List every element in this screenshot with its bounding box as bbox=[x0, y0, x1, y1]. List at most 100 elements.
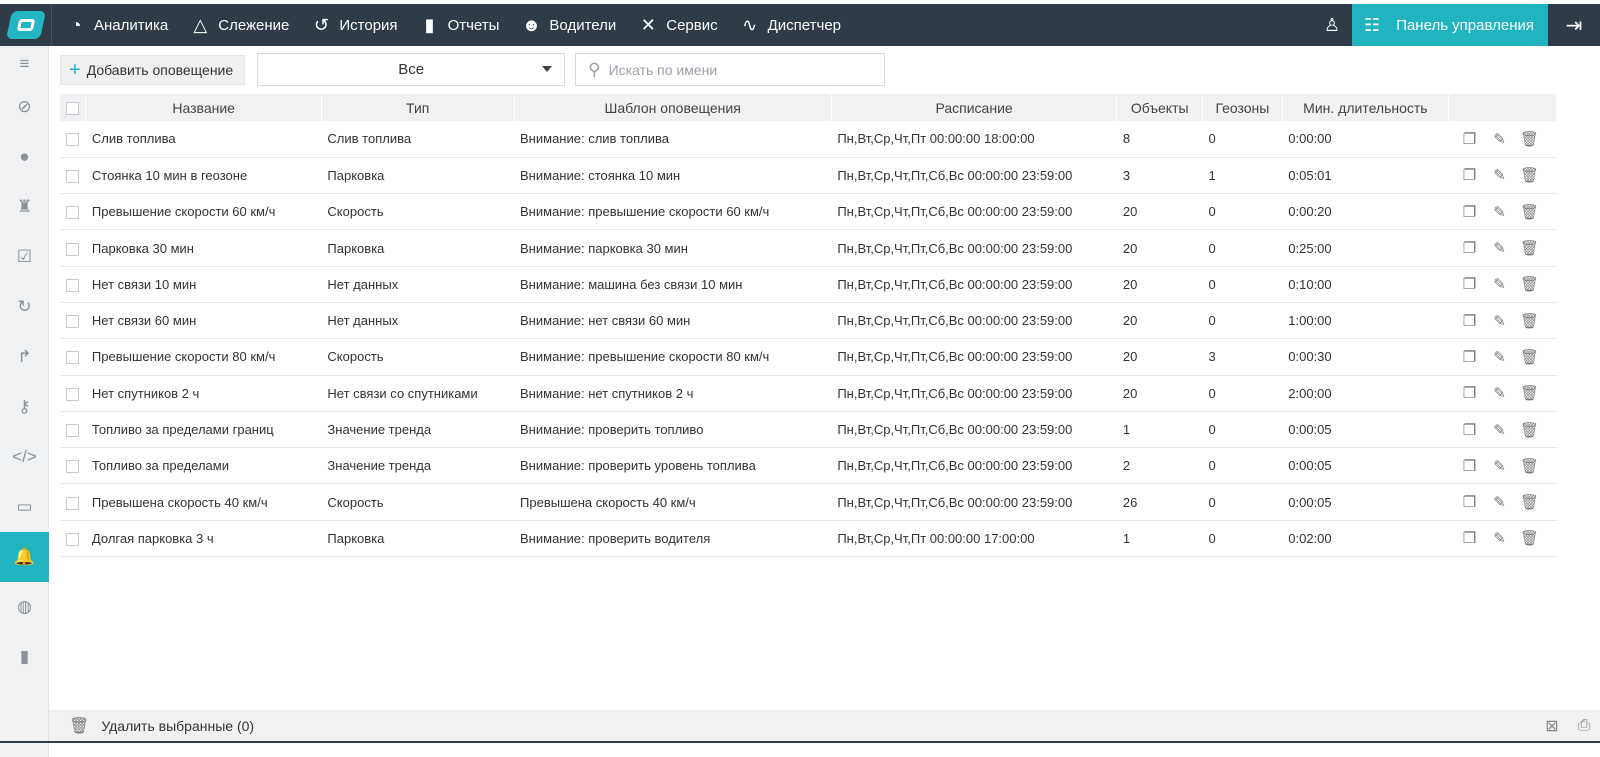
sidebar-globe-icon[interactable]: ◍ bbox=[0, 582, 49, 632]
select-all-checkbox[interactable] bbox=[66, 102, 79, 116]
table-row[interactable]: Нет связи 60 мин Нет данных Внимание: нет … bbox=[60, 302, 1557, 339]
copy-icon[interactable]: ❐ bbox=[1455, 312, 1485, 330]
sidebar-tasks-icon[interactable]: ☑ bbox=[0, 232, 49, 282]
table-row[interactable]: Топливо за пределами Значение тренда Внима… bbox=[60, 448, 1557, 484]
edit-icon[interactable]: ✎ bbox=[1485, 529, 1515, 547]
edit-icon[interactable]: ✎ bbox=[1485, 130, 1515, 148]
row-checkbox[interactable] bbox=[66, 496, 79, 510]
edit-icon[interactable]: ✎ bbox=[1485, 348, 1515, 366]
control-panel-button[interactable]: ☷ Панель управления bbox=[1352, 4, 1548, 46]
table-row[interactable]: Нет связи 10 мин Нет данных Внимание: маши… bbox=[60, 266, 1557, 303]
edit-icon[interactable]: ✎ bbox=[1485, 457, 1515, 475]
copy-icon[interactable]: ❐ bbox=[1455, 166, 1485, 184]
logout-icon[interactable]: ⇥ bbox=[1548, 4, 1600, 46]
delete-selected-label[interactable]: Удалить выбранные (0) bbox=[101, 718, 254, 734]
table-row[interactable]: Нет спутников 2 ч Нет связи со спутниками… bbox=[60, 375, 1557, 412]
header-objects[interactable]: Объекты bbox=[1116, 94, 1204, 121]
sidebar-notifications-icon[interactable]: 🔔 bbox=[0, 532, 49, 582]
row-checkbox[interactable] bbox=[66, 133, 79, 147]
copy-icon[interactable]: ❐ bbox=[1455, 493, 1485, 511]
sidebar-code-icon[interactable]: </> bbox=[0, 432, 49, 482]
header-schedule[interactable]: Расписание bbox=[831, 94, 1118, 121]
row-checkbox[interactable] bbox=[66, 242, 79, 256]
delete-icon[interactable]: 🗑 bbox=[1515, 384, 1545, 402]
delete-icon[interactable]: 🗑 bbox=[1515, 493, 1545, 511]
type-filter-select[interactable]: Все bbox=[257, 53, 566, 86]
delete-icon[interactable]: 🗑 bbox=[1515, 239, 1545, 257]
copy-icon[interactable]: ❐ bbox=[1455, 348, 1485, 366]
edit-icon[interactable]: ✎ bbox=[1485, 384, 1515, 402]
copy-icon[interactable]: ❐ bbox=[1455, 529, 1485, 547]
edit-icon[interactable]: ✎ bbox=[1485, 239, 1515, 257]
top-navigation-bar: ◔ Аналитика △ Слежение ↺ История ▮ Отчет… bbox=[0, 4, 1600, 46]
delete-icon[interactable]: 🗑 bbox=[1515, 203, 1545, 221]
header-type[interactable]: Тип bbox=[321, 94, 515, 121]
row-checkbox[interactable] bbox=[66, 278, 79, 292]
delete-selected-icon[interactable]: 🗑 bbox=[69, 716, 89, 736]
nav-tracking[interactable]: △ Слежение bbox=[190, 4, 289, 46]
table-row[interactable]: Парковка 30 мин Парковка Внимание: парковк… bbox=[60, 230, 1557, 267]
sidebar-sync-icon[interactable]: ↻ bbox=[0, 282, 49, 332]
header-name[interactable]: Название bbox=[85, 94, 322, 121]
delete-icon[interactable]: 🗑 bbox=[1515, 421, 1545, 439]
table-row[interactable]: Топливо за пределами границ Значение трен… bbox=[60, 411, 1557, 448]
header-geozones[interactable]: Геозоны bbox=[1202, 94, 1283, 121]
sidebar-users-icon[interactable]: ● bbox=[0, 132, 49, 182]
row-checkbox[interactable] bbox=[66, 169, 79, 183]
delete-icon[interactable]: 🗑 bbox=[1515, 457, 1545, 475]
delete-icon[interactable]: 🗑 bbox=[1515, 312, 1545, 330]
row-checkbox[interactable] bbox=[66, 206, 79, 220]
edit-icon[interactable]: ✎ bbox=[1485, 421, 1515, 439]
copy-icon[interactable]: ❐ bbox=[1455, 239, 1485, 257]
sidebar-geofence-icon[interactable]: ▭ bbox=[0, 482, 49, 532]
copy-icon[interactable]: ❐ bbox=[1455, 421, 1485, 439]
header-min-duration[interactable]: Мин. длительность bbox=[1282, 94, 1450, 121]
nav-drivers[interactable]: ☻ Водители bbox=[521, 4, 616, 46]
add-notification-button[interactable]: + Добавить оповещение bbox=[60, 54, 246, 85]
row-checkbox[interactable] bbox=[66, 315, 79, 329]
table-row[interactable]: Превышена скорость 40 км/ч Скорость Превыш… bbox=[60, 484, 1557, 521]
print-icon[interactable]: ⎙ bbox=[1568, 717, 1600, 735]
sidebar-stats-icon[interactable]: ▮ bbox=[0, 632, 49, 682]
copy-icon[interactable]: ❐ bbox=[1455, 203, 1485, 221]
copy-icon[interactable]: ❐ bbox=[1455, 384, 1485, 402]
app-logo[interactable] bbox=[0, 4, 52, 46]
copy-icon[interactable]: ❐ bbox=[1455, 457, 1485, 475]
row-checkbox[interactable] bbox=[66, 351, 79, 365]
sidebar-routes-icon[interactable]: ↱ bbox=[0, 332, 49, 382]
edit-icon[interactable]: ✎ bbox=[1485, 275, 1515, 293]
nav-reports[interactable]: ▮ Отчеты bbox=[420, 4, 500, 46]
nav-history[interactable]: ↺ История bbox=[311, 4, 398, 46]
edit-icon[interactable]: ✎ bbox=[1485, 203, 1515, 221]
row-checkbox[interactable] bbox=[66, 387, 79, 401]
table-row[interactable]: Стоянка 10 мин в геозоне Парковка Внимание… bbox=[60, 157, 1557, 194]
table-row[interactable]: Слив топлива Слив топлива Внимание: слив т… bbox=[60, 121, 1557, 158]
nav-analytics[interactable]: ◔ Аналитика bbox=[66, 4, 169, 46]
user-icon[interactable]: ♙ bbox=[1312, 4, 1352, 46]
table-row[interactable]: Превышение скорости 80 км/ч Скорость Внима… bbox=[60, 339, 1557, 376]
menu-toggle-icon[interactable]: ≡ bbox=[0, 46, 49, 82]
delete-icon[interactable]: 🗑 bbox=[1515, 166, 1545, 184]
row-checkbox[interactable] bbox=[66, 460, 79, 474]
nav-service[interactable]: ✕ Сервис bbox=[638, 4, 718, 46]
sidebar-objects-icon[interactable]: ⊘ bbox=[0, 82, 49, 132]
delete-icon[interactable]: 🗑 bbox=[1515, 130, 1545, 148]
export-excel-icon[interactable]: ⊠ bbox=[1536, 716, 1568, 736]
copy-icon[interactable]: ❐ bbox=[1455, 130, 1485, 148]
nav-dispatcher[interactable]: ∿ Диспетчер bbox=[740, 4, 841, 46]
edit-icon[interactable]: ✎ bbox=[1485, 312, 1515, 330]
search-input[interactable] bbox=[608, 61, 869, 78]
row-checkbox[interactable] bbox=[66, 532, 79, 546]
sidebar-keys-icon[interactable]: ⚷ bbox=[0, 382, 49, 432]
delete-icon[interactable]: 🗑 bbox=[1515, 348, 1545, 366]
header-template[interactable]: Шаблон оповещения bbox=[514, 94, 832, 121]
row-checkbox[interactable] bbox=[66, 424, 79, 438]
sidebar-drivers-icon[interactable]: ♜ bbox=[0, 182, 49, 232]
table-row[interactable]: Превышение скорости 60 км/ч Скорость Внима… bbox=[60, 194, 1557, 230]
edit-icon[interactable]: ✎ bbox=[1485, 166, 1515, 184]
copy-icon[interactable]: ❐ bbox=[1455, 275, 1485, 293]
edit-icon[interactable]: ✎ bbox=[1485, 493, 1515, 511]
delete-icon[interactable]: 🗑 bbox=[1515, 529, 1545, 547]
table-row[interactable]: Долгая парковка 3 ч Парковка Внимание: про… bbox=[60, 520, 1557, 557]
delete-icon[interactable]: 🗑 bbox=[1515, 275, 1545, 293]
